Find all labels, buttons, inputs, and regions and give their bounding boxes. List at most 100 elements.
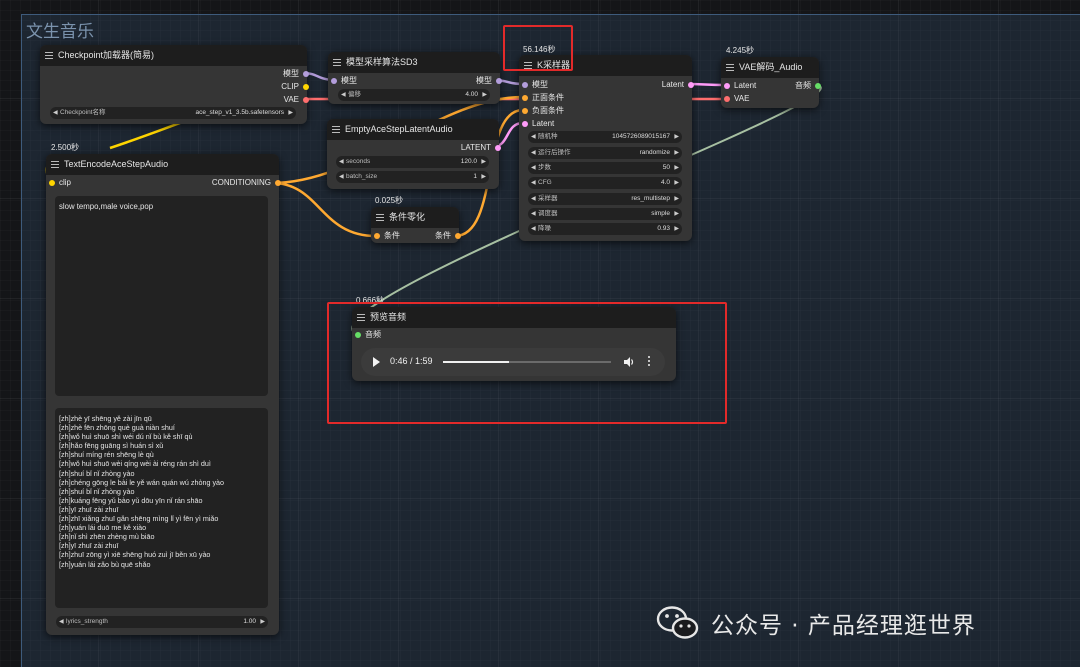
slot-dot[interactable] <box>331 78 337 84</box>
arrow-right-icon[interactable]: ▶ <box>481 156 486 168</box>
checkpoint-name-widget[interactable]: ◀ Checkpoint名称 ace_step_v1_3.5b.safetens… <box>50 107 296 119</box>
arrow-left-icon[interactable]: ◀ <box>531 223 536 235</box>
arrow-right-icon[interactable]: ▶ <box>674 177 679 189</box>
slot-dot[interactable] <box>724 83 730 89</box>
arrow-right-icon[interactable]: ▶ <box>674 162 679 174</box>
output-latent[interactable]: Latent <box>662 80 694 90</box>
menu-icon[interactable] <box>726 64 734 71</box>
output-conditioning[interactable]: 条件 <box>435 231 461 241</box>
input-model[interactable]: 模型 <box>331 76 357 86</box>
arrow-left-icon[interactable]: ◀ <box>59 616 64 628</box>
output-model[interactable]: 模型 <box>283 69 309 79</box>
cfg-widget[interactable]: ◀ CFG 4.0 ▶ <box>528 177 682 189</box>
slot-dot[interactable] <box>522 95 528 101</box>
input-conditioning[interactable]: 条件 <box>374 231 400 241</box>
vae-decode-audio-node[interactable]: VAE解码_Audio Latent VAE 音频 <box>721 57 821 108</box>
textencode-node-title[interactable]: TextEncodeAceStepAudio <box>46 154 279 175</box>
lyrics-textarea[interactable]: [zh]zhè yī shēng yě zài jīn qū [zh]zhè f… <box>55 408 268 608</box>
steps-widget[interactable]: ◀ 步数 50 ▶ <box>528 162 682 174</box>
input-negative[interactable]: 负面条件 <box>522 106 564 116</box>
input-model[interactable]: 模型 <box>522 80 548 90</box>
arrow-left-icon[interactable]: ◀ <box>531 177 536 189</box>
output-clip-label: CLIP <box>281 82 299 91</box>
latent-node-title[interactable]: EmptyAceStepLatentAudio <box>327 119 499 140</box>
slot-dot[interactable] <box>522 108 528 114</box>
arrow-left-icon[interactable]: ◀ <box>531 193 536 205</box>
vae-node-title[interactable]: VAE解码_Audio <box>721 57 819 78</box>
slot-dot[interactable] <box>303 97 309 103</box>
textencode-title-text: TextEncodeAceStepAudio <box>64 159 169 169</box>
slot-dot[interactable] <box>275 180 281 186</box>
input-label: VAE <box>734 94 750 103</box>
output-audio[interactable]: 音频 <box>795 81 821 91</box>
menu-icon[interactable] <box>333 59 341 66</box>
widget-value: 1045726089015167 <box>612 133 670 140</box>
tags-textarea[interactable]: slow tempo,male voice,pop <box>55 196 268 396</box>
widget-label: 调度器 <box>538 210 558 217</box>
arrow-right-icon[interactable]: ▶ <box>260 616 265 628</box>
conditioning-zero-out-node[interactable]: 条件零化 条件 条件 <box>371 207 461 243</box>
arrow-right-icon[interactable]: ▶ <box>674 208 679 220</box>
seed-widget[interactable]: ◀ 随机种 1045726089015167 ▶ <box>528 131 682 143</box>
input-positive[interactable]: 正面条件 <box>522 93 564 103</box>
output-latent[interactable]: LATENT <box>461 143 501 153</box>
slot-dot[interactable] <box>455 233 461 239</box>
slot-dot[interactable] <box>724 96 730 102</box>
text-encode-ace-step-node[interactable]: TextEncodeAceStepAudio clip CONDITIONING… <box>46 154 281 635</box>
sampling-node-title[interactable]: 模型采样算法SD3 <box>328 52 500 73</box>
slot-dot[interactable] <box>522 82 528 88</box>
menu-icon[interactable] <box>51 161 59 168</box>
zeroout-node-title[interactable]: 条件零化 <box>371 207 459 228</box>
arrow-right-icon[interactable]: ▶ <box>482 89 487 101</box>
ksampler-node[interactable]: K采样器 模型 正面条件 负面条件 Latent Latent ◀ 随机种 10… <box>519 55 694 241</box>
empty-latent-audio-node[interactable]: EmptyAceStepLatentAudio LATENT ◀ seconds… <box>327 119 501 189</box>
arrow-right-icon[interactable]: ▶ <box>674 193 679 205</box>
arrow-left-icon[interactable]: ◀ <box>531 147 536 159</box>
textencode-timing: 2.500秒 <box>51 143 80 152</box>
slot-dot[interactable] <box>522 121 528 127</box>
arrow-right-icon[interactable]: ▶ <box>674 131 679 143</box>
slot-dot[interactable] <box>688 82 694 88</box>
output-conditioning[interactable]: CONDITIONING <box>212 178 281 188</box>
slot-dot[interactable] <box>496 78 502 84</box>
input-clip[interactable]: clip <box>49 178 71 188</box>
control-after-generate-widget[interactable]: ◀ 运行后操作 randomize ▶ <box>528 147 682 159</box>
arrow-left-icon[interactable]: ◀ <box>339 156 344 168</box>
input-latent[interactable]: Latent <box>522 119 554 129</box>
batch-size-widget[interactable]: ◀ batch_size 1 ▶ <box>336 171 489 183</box>
slot-dot[interactable] <box>815 83 821 89</box>
menu-icon[interactable] <box>376 214 384 221</box>
output-model[interactable]: 模型 <box>476 76 502 86</box>
slot-dot[interactable] <box>495 145 501 151</box>
input-vae[interactable]: VAE <box>724 94 750 104</box>
seconds-widget[interactable]: ◀ seconds 120.0 ▶ <box>336 156 489 168</box>
arrow-right-icon[interactable]: ▶ <box>481 171 486 183</box>
arrow-left-icon[interactable]: ◀ <box>531 162 536 174</box>
scheduler-widget[interactable]: ◀ 调度器 simple ▶ <box>528 208 682 220</box>
model-sampling-node[interactable]: 模型采样算法SD3 模型 模型 ◀ 偏移 4.00 ▶ <box>328 52 502 104</box>
arrow-left-icon[interactable]: ◀ <box>531 208 536 220</box>
slot-dot[interactable] <box>303 84 309 90</box>
arrow-left-icon[interactable]: ◀ <box>339 171 344 183</box>
denoise-widget[interactable]: ◀ 降噪 0.93 ▶ <box>528 223 682 235</box>
output-clip[interactable]: CLIP <box>281 82 309 92</box>
slot-dot[interactable] <box>303 71 309 77</box>
sampler-name-widget[interactable]: ◀ 采样器 res_multistep ▶ <box>528 193 682 205</box>
slot-dot[interactable] <box>374 233 380 239</box>
menu-icon[interactable] <box>332 126 340 133</box>
output-vae[interactable]: VAE <box>284 95 309 105</box>
node-canvas[interactable]: 文生音乐 Checkpoint加载器(简易) 模型 CLIP VAE ◀ Che… <box>0 0 1080 667</box>
menu-icon[interactable] <box>45 52 53 59</box>
shift-widget[interactable]: ◀ 偏移 4.00 ▶ <box>338 89 490 101</box>
arrow-left-icon[interactable]: ◀ <box>341 89 346 101</box>
checkpoint-loader-node[interactable]: Checkpoint加载器(简易) 模型 CLIP VAE ◀ Checkpoi… <box>40 45 309 124</box>
lyrics-strength-widget[interactable]: ◀ lyrics_strength 1.00 ▶ <box>56 616 268 628</box>
checkpoint-node-title[interactable]: Checkpoint加载器(简易) <box>40 45 307 66</box>
slot-dot[interactable] <box>49 180 55 186</box>
arrow-right-icon[interactable]: ▶ <box>674 147 679 159</box>
input-latent[interactable]: Latent <box>724 81 756 91</box>
arrow-left-icon[interactable]: ◀ <box>531 131 536 143</box>
arrow-left-icon[interactable]: ◀ <box>53 107 58 119</box>
arrow-right-icon[interactable]: ▶ <box>288 107 293 119</box>
arrow-right-icon[interactable]: ▶ <box>674 223 679 235</box>
